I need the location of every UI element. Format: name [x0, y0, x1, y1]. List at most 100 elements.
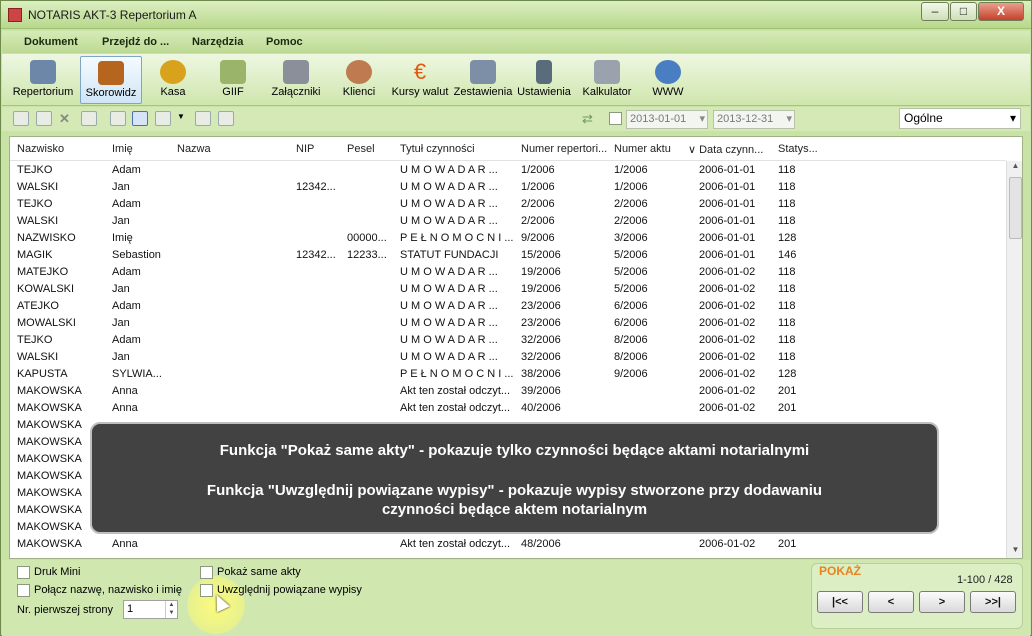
column-header[interactable]: Tytuł czynności: [400, 143, 475, 155]
window-title: NOTARIS AKT-3 Repertorium A: [28, 8, 197, 22]
table-cell: ATEJKO: [17, 300, 59, 312]
vertical-scrollbar[interactable]: ▲ ▼: [1006, 161, 1022, 558]
menu-przejdz-do[interactable]: Przejdź do ...: [102, 36, 169, 48]
table-cell: MAGIK: [17, 249, 53, 261]
table-row[interactable]: WALSKI Jan 12342... U M O W A D A R ... 1/20…: [10, 179, 1006, 196]
column-header[interactable]: NIP: [296, 143, 314, 155]
date-filter-checkbox[interactable]: [609, 112, 622, 125]
toolbar-skorowidz[interactable]: Skorowidz: [80, 56, 142, 104]
minimize-button[interactable]: –: [921, 2, 949, 21]
druk-mini-checkbox[interactable]: [17, 566, 30, 579]
table-cell: U M O W A D A R ...: [400, 334, 498, 346]
pokaz-same-akty-checkbox[interactable]: [200, 566, 213, 579]
column-header[interactable]: Numer repertori...: [521, 143, 607, 155]
toolbar-giif[interactable]: GIIF: [208, 56, 258, 104]
new-icon[interactable]: [13, 111, 29, 126]
table-cell: 128: [778, 368, 797, 380]
toolbar-kalkulator[interactable]: Kalkulator: [578, 56, 636, 104]
table-cell: U M O W A D A R ...: [400, 317, 498, 329]
column-header[interactable]: Imię: [112, 143, 133, 155]
date-from-field[interactable]: 2013-01-01 ▾: [626, 110, 708, 129]
table-cell: 2006-01-01: [699, 215, 756, 227]
toolbar-klienci[interactable]: Klienci: [334, 56, 384, 104]
open-icon[interactable]: [36, 111, 52, 126]
next-page-button[interactable]: >: [919, 591, 965, 613]
uwzglednij-checkbox[interactable]: [200, 584, 213, 597]
table-cell: 9/2006: [521, 232, 555, 244]
search-icon[interactable]: [110, 111, 126, 126]
table-row[interactable]: TEJKO Adam U M O W A D A R ... 32/2006 8/200…: [10, 332, 1006, 349]
table-row[interactable]: MATEJKO Adam U M O W A D A R ... 19/2006 5/2…: [10, 264, 1006, 281]
cancel-icon[interactable]: [218, 111, 234, 126]
column-header[interactable]: Statys...: [778, 143, 818, 155]
table-row[interactable]: WALSKI Jan U M O W A D A R ... 2/2006 2/2006…: [10, 213, 1006, 230]
refresh-icon[interactable]: ⇄: [582, 111, 593, 127]
maximize-button[interactable]: □: [950, 2, 977, 21]
table-cell: 2006-01-01: [699, 249, 756, 261]
table-cell: 118: [778, 351, 796, 363]
table-row[interactable]: MAKOWSKA Anna Akt ten został odczyt... 39/2…: [10, 383, 1006, 400]
toolbar-www[interactable]: WWW: [646, 56, 690, 104]
table-cell: 23/2006: [521, 300, 561, 312]
prev-page-button[interactable]: <: [868, 591, 914, 613]
menu-bar: Dokument Przejdź do ... Narzędzia Pomoc: [2, 31, 1030, 53]
toolbar-zalaczniki[interactable]: Załączniki: [264, 56, 328, 104]
table-cell: 2006-01-02: [699, 402, 756, 414]
table-cell: 00000...: [347, 232, 387, 244]
table-row[interactable]: NAZWISKO Imię 00000... P E Ł N O M O C N I …: [10, 230, 1006, 247]
toolbar-label: GIIF: [222, 86, 244, 98]
scroll-up-icon[interactable]: ▲: [1007, 161, 1022, 175]
dropdown-arrow-icon[interactable]: ▼: [177, 112, 185, 121]
table-row[interactable]: WALSKI Jan U M O W A D A R ... 32/2006 8/200…: [10, 349, 1006, 366]
column-header[interactable]: ∨ Data czynn...: [688, 143, 763, 156]
table-row[interactable]: TEJKO Adam U M O W A D A R ... 2/2006 2/2006…: [10, 196, 1006, 213]
menu-narzedzia[interactable]: Narzędzia: [192, 36, 243, 48]
table-cell: Adam: [112, 198, 141, 210]
table-cell: Jan: [112, 215, 130, 227]
scrollbar-thumb[interactable]: [1009, 177, 1022, 239]
pokaz-same-akty-label: Pokaż same akty: [217, 566, 301, 578]
book-icon: [30, 60, 56, 84]
column-header[interactable]: Nazwisko: [17, 143, 64, 155]
menu-dokument[interactable]: Dokument: [24, 36, 78, 48]
first-page-button[interactable]: |<<: [817, 591, 863, 613]
menu-pomoc[interactable]: Pomoc: [266, 36, 303, 48]
toolbar-ustawienia[interactable]: Ustawienia: [516, 56, 572, 104]
column-header[interactable]: Pesel: [347, 143, 375, 155]
close-button[interactable]: X: [978, 2, 1024, 21]
table-cell: 118: [778, 198, 796, 210]
table-row[interactable]: MAGIK Sebastion 12342... 12233... STATUT FUN…: [10, 247, 1006, 264]
first-page-stepper[interactable]: 1 ▲ ▼: [123, 600, 178, 619]
report-icon: [470, 60, 496, 84]
word-icon[interactable]: [132, 111, 148, 126]
table-row[interactable]: KAPUSTA SYLWIA... P E Ł N O M O C N I ... 3…: [10, 366, 1006, 383]
spinner-arrows-icon[interactable]: ▲ ▼: [165, 601, 177, 618]
column-header[interactable]: Nazwa: [177, 143, 211, 155]
scroll-down-icon[interactable]: ▼: [1007, 545, 1022, 558]
polacz-checkbox[interactable]: [17, 584, 30, 597]
table-row[interactable]: MOWALSKI Jan U M O W A D A R ... 23/2006 6/2…: [10, 315, 1006, 332]
toolbar-kursy-walut[interactable]: € Kursy walut: [388, 56, 452, 104]
overlay-line-3: czynności będące aktem notarialnym: [381, 501, 648, 518]
date-to-value: 2013-12-31: [717, 113, 774, 125]
table-row[interactable]: KOWALSKI Jan U M O W A D A R ... 19/2006 5/2…: [10, 281, 1006, 298]
table-row[interactable]: TEJKO Adam U M O W A D A R ... 1/2006 1/2006…: [10, 162, 1006, 179]
table-row[interactable]: MAKOWSKA Anna Akt ten został odczyt... 40/2…: [10, 400, 1006, 417]
table-row[interactable]: ATEJKO Adam U M O W A D A R ... 23/2006 6/20…: [10, 298, 1006, 315]
toolbar-repertorium[interactable]: Repertorium: [10, 56, 76, 104]
check-icon[interactable]: [195, 111, 211, 126]
table-row[interactable]: MAKOWSKA Anna Akt ten został odczyt... 48/2…: [10, 536, 1006, 553]
column-header[interactable]: Numer aktu: [614, 143, 671, 155]
globe-icon: [655, 60, 681, 84]
table-cell: 2006-01-01: [699, 181, 756, 193]
chevron-down-icon: ▾: [786, 113, 792, 125]
last-page-button[interactable]: >>|: [970, 591, 1016, 613]
toolbar-kasa[interactable]: Kasa: [148, 56, 198, 104]
toolbar-zestawienia[interactable]: Zestawienia: [452, 56, 514, 104]
delete-icon[interactable]: ✕: [59, 111, 75, 126]
category-select[interactable]: Ogólne ▾: [899, 108, 1021, 129]
date-to-field[interactable]: 2013-12-31 ▾: [713, 110, 795, 129]
print-icon[interactable]: [81, 111, 97, 126]
binoculars-icon[interactable]: [155, 111, 171, 126]
table-cell: Akt ten został odczyt...: [400, 385, 511, 397]
